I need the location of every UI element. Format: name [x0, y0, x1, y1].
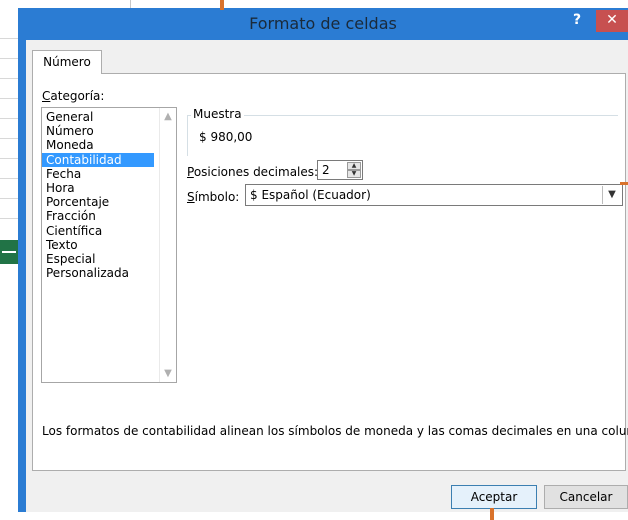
spin-up-icon[interactable]: ▲	[347, 162, 361, 170]
close-button[interactable]: ✕	[596, 10, 628, 32]
category-item-moneda[interactable]: Moneda	[42, 138, 154, 152]
callout-line-bottom	[490, 508, 494, 520]
callout-line-right	[620, 182, 628, 185]
scroll-down-icon[interactable]: ▼	[160, 368, 176, 379]
sample-value: $ 980,00	[199, 130, 253, 144]
decimal-places-value[interactable]: 2	[322, 163, 330, 177]
decimal-places-stepper[interactable]: 2 ▲ ▼	[317, 160, 363, 180]
category-item-especial[interactable]: Especial	[42, 252, 154, 266]
tab-numero[interactable]: Número	[32, 50, 102, 74]
category-item-personalizada[interactable]: Personalizada	[42, 266, 154, 280]
sample-legend: Muestra	[191, 107, 244, 121]
category-label: Categoría:	[42, 89, 105, 103]
symbol-label: Símbolo:	[187, 190, 240, 204]
help-button[interactable]: ?	[566, 10, 588, 32]
category-scrollbar[interactable]: ▲ ▼	[159, 108, 176, 382]
category-item-cientifica[interactable]: Científica	[42, 224, 154, 238]
category-listbox[interactable]: General Número Moneda Contabilidad Fecha…	[41, 107, 177, 383]
cancel-button[interactable]: Cancelar	[544, 485, 628, 509]
scroll-up-icon[interactable]: ▲	[160, 111, 176, 122]
format-cells-dialog: Formato de celdas ? ✕ Número Categoría: …	[18, 8, 628, 512]
category-item-fecha[interactable]: Fecha	[42, 167, 154, 181]
background-sheet-top	[20, 0, 628, 8]
decimal-places-label: Posiciones decimales:	[187, 165, 319, 179]
category-item-texto[interactable]: Texto	[42, 238, 154, 252]
spin-down-icon[interactable]: ▼	[347, 170, 361, 178]
category-item-general[interactable]: General	[42, 110, 154, 124]
symbol-dropdown[interactable]: $ Español (Ecuador) ▼	[245, 184, 623, 206]
category-item-fraccion[interactable]: Fracción	[42, 209, 154, 223]
category-description: Los formatos de contabilidad alinean los…	[42, 424, 628, 438]
dialog-title: Formato de celdas	[249, 14, 397, 33]
chevron-down-icon[interactable]: ▼	[602, 186, 621, 204]
close-icon: ✕	[606, 12, 618, 28]
title-bar[interactable]: Formato de celdas ? ✕	[18, 8, 628, 40]
dialog-body: Número Categoría: General Número Moneda …	[26, 40, 628, 512]
category-item-hora[interactable]: Hora	[42, 181, 154, 195]
tab-panel: Categoría: General Número Moneda Contabi…	[32, 73, 628, 471]
callout-line-top	[220, 0, 224, 10]
category-item-porcentaje[interactable]: Porcentaje	[42, 195, 154, 209]
spin-buttons[interactable]: ▲ ▼	[347, 162, 361, 178]
symbol-value: $ Español (Ecuador)	[250, 188, 371, 202]
accept-button[interactable]: Aceptar	[451, 485, 537, 509]
category-item-numero[interactable]: Número	[42, 124, 154, 138]
category-item-contabilidad[interactable]: Contabilidad	[42, 152, 154, 167]
